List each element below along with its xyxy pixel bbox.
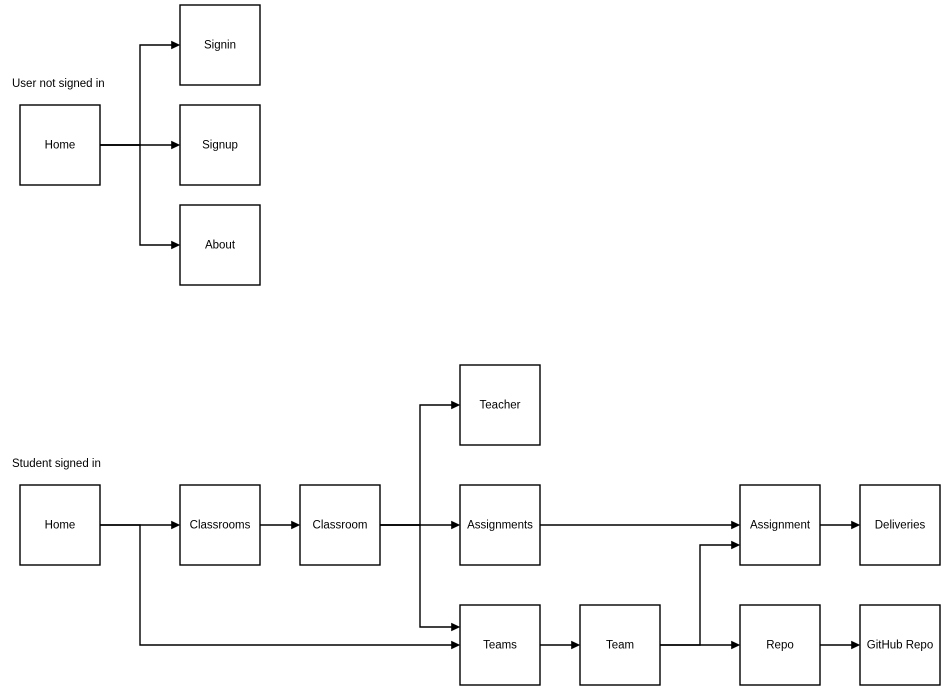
label-student-signed-in: Student signed in <box>12 458 101 470</box>
node-label: About <box>205 240 236 252</box>
arrow-head-icon <box>731 520 741 530</box>
node-label: Home <box>45 140 76 152</box>
node-teacher[interactable]: Teacher <box>459 364 541 446</box>
arrow-head-icon <box>451 400 461 410</box>
edge-line <box>100 144 178 246</box>
node-github-repo[interactable]: GitHub Repo <box>859 604 941 686</box>
node-classrooms[interactable]: Classrooms <box>179 484 261 566</box>
node-label: GitHub Repo <box>867 640 933 652</box>
arrow-head-icon <box>171 520 181 530</box>
node-label: Assignment <box>750 520 811 532</box>
arrow-head-icon <box>851 640 861 650</box>
arrow-head-icon <box>851 520 861 530</box>
node-label: Home <box>45 520 76 532</box>
edge-home-top-to-about <box>100 144 181 250</box>
flowchart-canvas: Home Signin Signup About Home Classrooms Class… <box>12 4 941 686</box>
node-about[interactable]: About <box>179 204 261 286</box>
arrow-head-icon <box>171 240 181 250</box>
arrow-head-icon <box>171 40 181 50</box>
edge-line <box>100 524 458 646</box>
node-signup[interactable]: Signup <box>179 104 261 186</box>
node-label: Signup <box>202 140 238 152</box>
edge-line <box>660 544 738 646</box>
node-classroom[interactable]: Classroom <box>299 484 381 566</box>
node-deliveries[interactable]: Deliveries <box>859 484 941 566</box>
node-home-top[interactable]: Home <box>19 104 101 186</box>
arrow-head-icon <box>731 540 741 550</box>
edge-assignments-to-assignment <box>540 520 741 530</box>
node-signin[interactable]: Signin <box>179 4 261 86</box>
arrow-head-icon <box>451 622 461 632</box>
edge-home-top-to-signin <box>100 40 181 146</box>
node-teams[interactable]: Teams <box>459 604 541 686</box>
arrow-head-icon <box>571 640 581 650</box>
edge-home-bottom-to-teams <box>100 524 461 650</box>
arrow-head-icon <box>451 520 461 530</box>
edge-repo-to-github-repo <box>820 640 861 650</box>
arrow-head-icon <box>451 640 461 650</box>
edge-classroom-to-teams <box>380 524 461 632</box>
edge-teams-to-team <box>540 640 581 650</box>
edge-classrooms-to-classroom <box>260 520 301 530</box>
arrow-head-icon <box>291 520 301 530</box>
edge-team-to-assignment <box>660 540 741 646</box>
node-label: Teacher <box>480 400 521 412</box>
node-label: Repo <box>766 640 794 652</box>
edge-line <box>100 44 178 146</box>
node-label: Signin <box>204 40 236 52</box>
edge-line <box>380 404 458 526</box>
node-label: Deliveries <box>875 520 926 532</box>
node-label: Classrooms <box>190 520 251 532</box>
arrow-head-icon <box>731 640 741 650</box>
flowchart-diagram: Home Signin Signup About Home Classrooms Class… <box>0 0 946 691</box>
node-assignment[interactable]: Assignment <box>739 484 821 566</box>
arrow-head-icon <box>171 140 181 150</box>
edge-assignment-to-deliveries <box>820 520 861 530</box>
node-home-bottom[interactable]: Home <box>19 484 101 566</box>
edge-classroom-to-teacher <box>380 400 461 526</box>
node-label: Teams <box>483 640 517 652</box>
nodes-layer: Home Signin Signup About Home Classrooms Class… <box>19 4 941 686</box>
node-assignments[interactable]: Assignments <box>459 484 541 566</box>
node-label: Classroom <box>313 520 368 532</box>
edge-line <box>380 524 458 628</box>
node-label: Assignments <box>467 520 533 532</box>
node-team[interactable]: Team <box>579 604 661 686</box>
node-label: Team <box>606 640 634 652</box>
label-user-not-signed-in: User not signed in <box>12 78 105 90</box>
node-repo[interactable]: Repo <box>739 604 821 686</box>
